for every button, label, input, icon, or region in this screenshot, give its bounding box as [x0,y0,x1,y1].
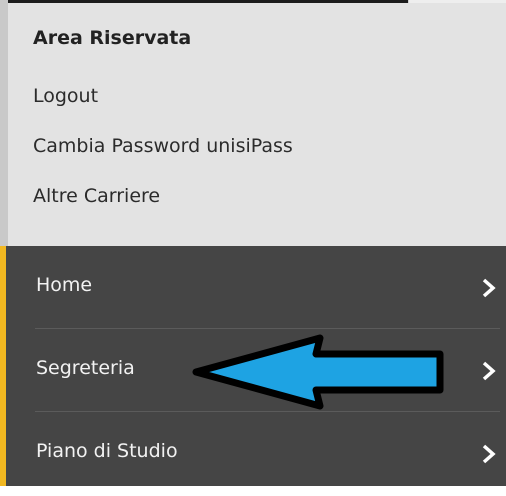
menu-item-piano-di-studio[interactable]: Piano di Studio [6,412,506,496]
other-careers-link[interactable]: Altre Carriere [33,185,160,207]
chevron-right-icon [482,361,496,381]
menu-item-label: Piano di Studio [36,440,178,462]
menu-item-label: Segreteria [36,357,135,379]
chevron-right-icon [482,444,496,464]
menu-item-label: Home [36,274,93,296]
panel-left-edge [0,0,8,246]
menu-item-home[interactable]: Home [6,246,506,330]
change-password-link[interactable]: Cambia Password unisiPass [33,135,293,157]
area-riservata-title: Area Riservata [33,27,192,49]
account-panel: Area Riservata Logout Cambia Password un… [8,3,506,246]
chevron-right-icon [482,278,496,298]
logout-link[interactable]: Logout [33,85,98,107]
annotation-arrow-icon [192,334,444,410]
